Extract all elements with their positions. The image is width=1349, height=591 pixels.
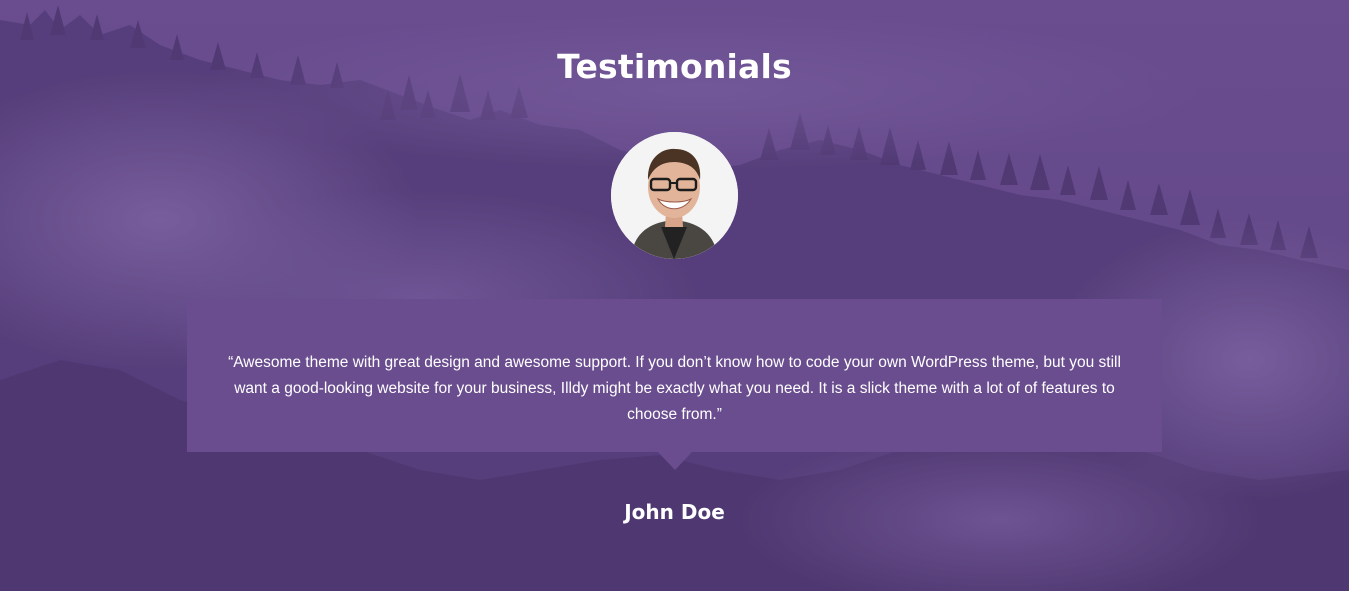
section-title: Testimonials	[557, 47, 792, 86]
person-avatar-icon	[611, 132, 738, 259]
testimonials-content: Testimonials “Awesome theme with great d…	[0, 0, 1349, 591]
testimonial-quote-box: “Awesome theme with great design and awe…	[187, 299, 1162, 452]
testimonial-avatar	[611, 132, 738, 259]
quote-pointer	[658, 452, 692, 470]
testimonial-quote: “Awesome theme with great design and awe…	[228, 354, 1121, 423]
testimonial-author: John Doe	[624, 500, 725, 524]
testimonials-section: Testimonials “Awesome theme with great d…	[0, 0, 1349, 591]
